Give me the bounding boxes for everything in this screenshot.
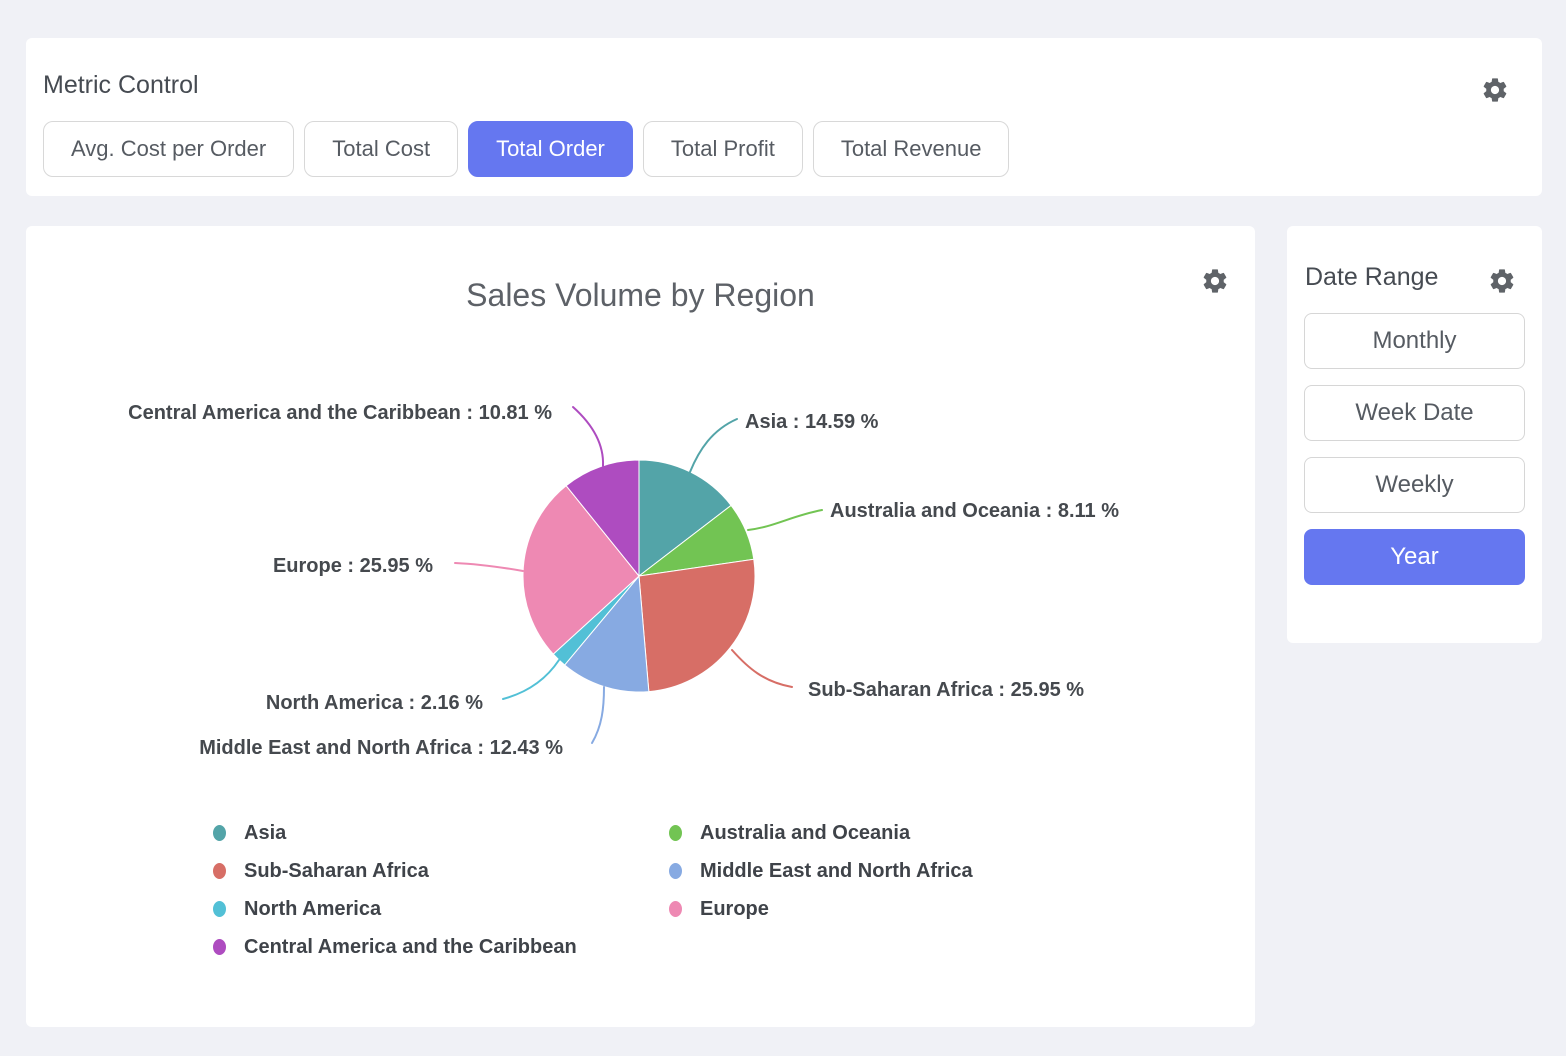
range-button-monthly[interactable]: Monthly [1304,313,1525,369]
legend-label: Middle East and North Africa [700,860,973,883]
legend-label: Australia and Oceania [700,822,910,845]
legend-item-europe[interactable]: Europe [669,896,769,922]
gear-icon [1488,267,1516,295]
legend-dot-sub-saharan-africa [213,863,226,879]
range-button-week-date[interactable]: Week Date [1304,385,1525,441]
legend-label: Europe [700,898,769,921]
legend-label: North America [244,898,381,921]
pie-label-line-middle-east-and-north-africa [592,687,604,743]
chart-card: Sales Volume by Region Asia : 14.59 %Aus… [26,226,1255,1027]
legend-dot-australia-and-oceania [669,825,682,841]
legend-dot-asia [213,825,226,841]
range-button-weekly[interactable]: Weekly [1304,457,1525,513]
legend-item-asia[interactable]: Asia [213,820,286,846]
date-range-card: Date Range Monthly Week Date Weekly Year [1287,226,1542,643]
dashboard: Metric Control Avg. Cost per OrderTotal … [0,0,1566,1056]
pie-label-line-sub-saharan-africa [732,650,792,687]
legend-dot-europe [669,901,682,917]
date-range-title: Date Range [1305,262,1438,292]
legend-dot-middle-east-and-north-africa [669,863,682,879]
metric-control-title: Metric Control [43,70,199,100]
pie-label-line-australia-and-oceania [748,510,822,530]
pie-label-europe: Europe : 25.95 % [273,555,433,577]
metric-button-total-revenue[interactable]: Total Revenue [813,121,1010,177]
pie-label-sub-saharan-africa: Sub-Saharan Africa : 25.95 % [808,679,1084,701]
date-range-buttons: Monthly Week Date Weekly Year [1304,313,1525,585]
gear-icon [1481,76,1509,104]
legend-dot-central-america-and-the-caribbean [213,939,226,955]
metric-button-avg-cost-per-order[interactable]: Avg. Cost per Order [43,121,294,177]
legend-item-sub-saharan-africa[interactable]: Sub-Saharan Africa [213,858,429,884]
legend-item-north-america[interactable]: North America [213,896,381,922]
metric-button-total-cost[interactable]: Total Cost [304,121,458,177]
metric-button-total-order[interactable]: Total Order [468,121,633,177]
pie-label-central-america-and-the-caribbean: Central America and the Caribbean : 10.8… [128,402,552,424]
pie-label-australia-and-oceania: Australia and Oceania : 8.11 % [830,500,1119,522]
pie-label-north-america: North America : 2.16 % [266,692,483,714]
metric-control-card: Metric Control Avg. Cost per OrderTotal … [26,38,1542,196]
legend-dot-north-america [213,901,226,917]
legend-label: Central America and the Caribbean [244,936,577,959]
metric-buttons: Avg. Cost per OrderTotal CostTotal Order… [43,121,1009,177]
pie-slice-sub-saharan-africa[interactable] [639,559,755,691]
pie-label-middle-east-and-north-africa: Middle East and North Africa : 12.43 % [199,737,563,759]
pie-label-asia: Asia : 14.59 % [745,411,879,433]
metric-control-settings-button[interactable] [1481,76,1509,104]
pie-label-line-north-america [503,660,559,699]
legend-label: Sub-Saharan Africa [244,860,429,883]
pie-label-line-asia [690,419,737,472]
pie-label-line-central-america-and-the-caribbean [573,407,603,466]
pie-chart: Asia : 14.59 % Australia and Oceania : 8.… [26,226,1255,1027]
legend-item-central-america-and-the-caribbean[interactable]: Central America and the Caribbean [213,934,577,960]
metric-button-total-profit[interactable]: Total Profit [643,121,803,177]
pie-label-line-europe [455,563,523,571]
legend-item-australia-and-oceania[interactable]: Australia and Oceania [669,820,910,846]
legend-item-middle-east-and-north-africa[interactable]: Middle East and North Africa [669,858,973,884]
date-range-settings-button[interactable] [1488,267,1516,295]
legend-label: Asia [244,822,286,845]
range-button-year[interactable]: Year [1304,529,1525,585]
